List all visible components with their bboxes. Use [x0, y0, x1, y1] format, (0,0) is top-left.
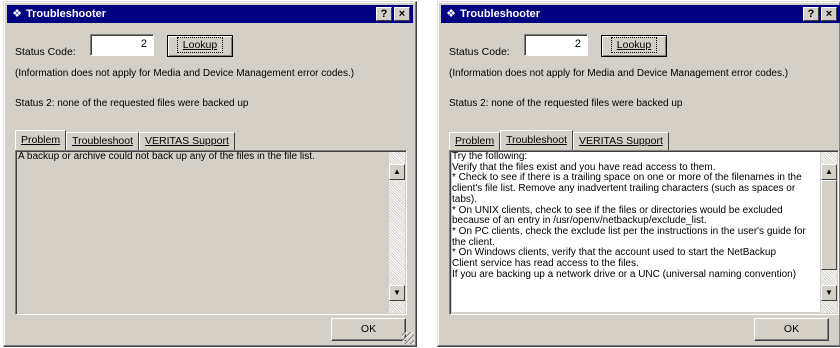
- tab-label: Troubleshoot: [72, 135, 134, 147]
- title-bar[interactable]: ❖ Troubleshooter ? ×: [7, 5, 413, 23]
- scroll-down-icon[interactable]: ▼: [821, 285, 837, 301]
- status-code-label: Status Code:: [449, 46, 510, 58]
- ok-button[interactable]: OK: [331, 318, 406, 341]
- troubleshooter-window-troubleshoot: ❖ Troubleshooter ? × Status Code: 2 Look…: [437, 1, 840, 347]
- help-button[interactable]: ?: [803, 7, 819, 21]
- lookup-label: Lookup: [176, 37, 224, 53]
- tab-troubleshoot[interactable]: Troubleshoot: [500, 130, 574, 151]
- pane-line: tabs).: [452, 193, 478, 205]
- lookup-button[interactable]: Lookup: [601, 35, 667, 57]
- window-title: Troubleshooter: [26, 8, 107, 20]
- tab-label: VERITAS Support: [579, 135, 663, 147]
- troubleshooter-icon: ❖: [12, 8, 22, 20]
- info-note: (Information does not apply for Media an…: [15, 68, 355, 79]
- tab-label: Troubleshoot: [506, 134, 568, 146]
- troubleshooter-window-problem: ❖ Troubleshooter ? × Status Code: 2 Look…: [3, 1, 417, 347]
- scroll-up-icon[interactable]: ▲: [821, 164, 837, 180]
- ok-button[interactable]: OK: [754, 318, 829, 341]
- tab-problem[interactable]: Problem: [449, 132, 501, 150]
- lookup-button[interactable]: Lookup: [167, 35, 233, 57]
- scroll-up-icon[interactable]: ▲: [389, 164, 405, 180]
- resize-grip-icon[interactable]: [402, 332, 414, 344]
- vertical-scrollbar[interactable]: ▲ ▼: [821, 152, 837, 313]
- tab-strip: Problem Troubleshoot VERITAS Support: [449, 128, 669, 151]
- status-code-input[interactable]: 2: [524, 34, 588, 56]
- tab-content-text[interactable]: Try the following: Verify that the files…: [452, 152, 820, 312]
- scroll-down-icon[interactable]: ▼: [389, 285, 405, 301]
- pane-line: client's file list. Remove any inadverte…: [452, 183, 796, 195]
- close-button[interactable]: ×: [394, 7, 410, 21]
- tab-troubleshoot[interactable]: Troubleshoot: [66, 132, 140, 150]
- status-message: Status 2: none of the requested files we…: [449, 98, 683, 109]
- status-message: Status 2: none of the requested files we…: [15, 98, 249, 109]
- close-button[interactable]: ×: [821, 7, 837, 21]
- vertical-scrollbar[interactable]: ▲ ▼: [389, 152, 405, 313]
- title-bar[interactable]: ❖ Troubleshooter ? ×: [441, 5, 840, 23]
- pane-line: * On PC clients, check the exclude list …: [452, 225, 806, 237]
- troubleshooter-icon: ❖: [446, 8, 456, 20]
- tab-veritas-support[interactable]: VERITAS Support: [573, 132, 669, 150]
- window-title: Troubleshooter: [460, 8, 541, 20]
- info-note: (Information does not apply for Media an…: [449, 68, 789, 79]
- tab-problem[interactable]: Problem: [15, 130, 67, 151]
- tab-label: Problem: [455, 135, 495, 147]
- tab-label: VERITAS Support: [145, 135, 229, 147]
- scroll-thumb[interactable]: [821, 180, 837, 270]
- help-button[interactable]: ?: [376, 7, 392, 21]
- pane-line: A backup or archive could not back up an…: [18, 152, 315, 162]
- tab-veritas-support[interactable]: VERITAS Support: [139, 132, 235, 150]
- status-code-input[interactable]: 2: [90, 34, 154, 56]
- tab-content-text[interactable]: A backup or archive could not back up an…: [18, 152, 388, 312]
- status-code-label: Status Code:: [15, 46, 76, 58]
- pane-line: If you are backing up a network drive or…: [452, 268, 797, 280]
- tab-strip: Problem Troubleshoot VERITAS Support: [15, 128, 235, 151]
- tab-content-pane: A backup or archive could not back up an…: [15, 150, 407, 315]
- lookup-label: Lookup: [610, 37, 658, 53]
- tab-label: Problem: [21, 134, 61, 146]
- tab-content-pane: Try the following: Verify that the files…: [449, 150, 839, 315]
